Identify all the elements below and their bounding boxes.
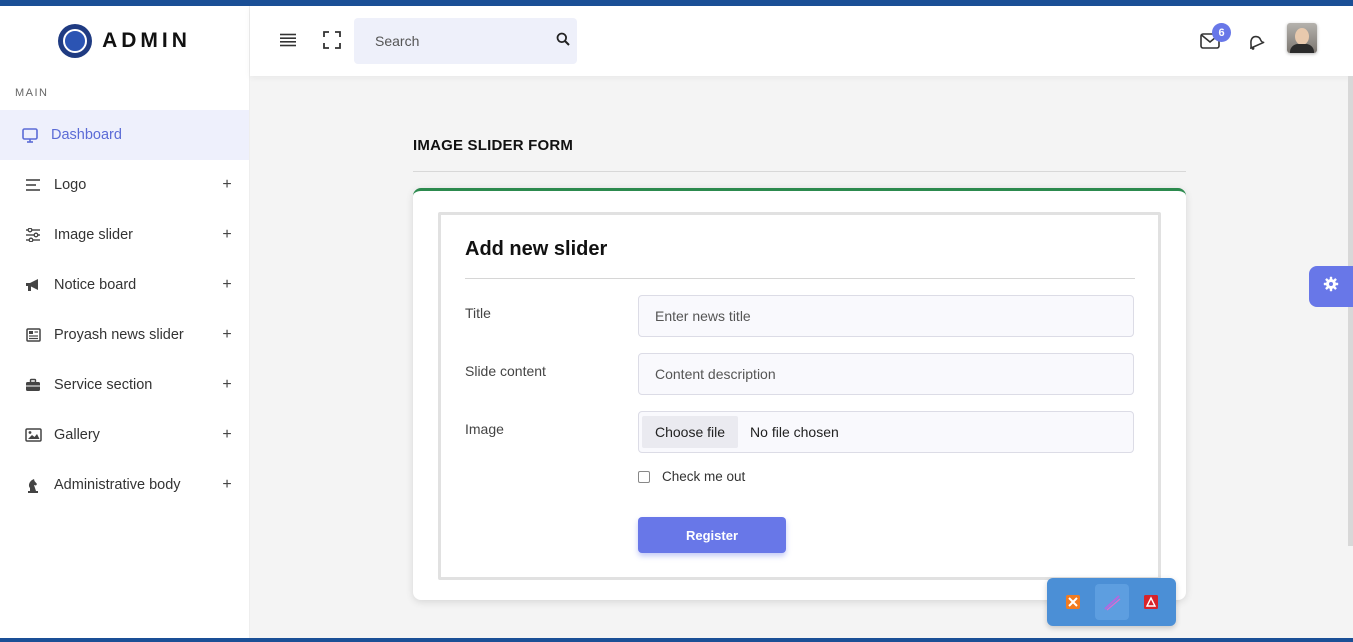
hamburger-menu-icon[interactable] (278, 30, 298, 50)
taskbar-dock (1047, 578, 1176, 626)
sliders-icon (23, 225, 43, 245)
image-file-input[interactable]: Choose file No file chosen (638, 411, 1134, 453)
scrollbar[interactable] (1348, 76, 1353, 546)
sidebar-item-label: Dashboard (51, 127, 122, 143)
mail-count-badge: 6 (1212, 23, 1231, 42)
bottom-accent-bar (0, 638, 1353, 642)
sidebar-item-administrative-body[interactable]: Administrative body + (0, 460, 249, 510)
sidebar: ADMIN MAIN Dashboard Logo + Image slider… (0, 6, 250, 638)
title-input[interactable] (638, 295, 1134, 337)
monitor-icon (20, 125, 40, 145)
sidebar-item-logo[interactable]: Logo + (0, 160, 249, 210)
sidebar-item-dashboard[interactable]: Dashboard (0, 110, 249, 160)
form-card: Add new slider Title Slide content Image… (413, 188, 1186, 600)
user-avatar[interactable] (1287, 23, 1317, 53)
chess-knight-icon (23, 475, 43, 495)
settings-gear-button[interactable] (1309, 266, 1353, 307)
sidebar-item-label: Proyash news slider (54, 327, 184, 343)
sidebar-item-label: Service section (54, 377, 153, 393)
expand-icon[interactable]: + (221, 176, 233, 194)
expand-icon[interactable]: + (221, 376, 233, 394)
check-me-out-checkbox[interactable]: Check me out (638, 469, 745, 484)
search-bar (354, 18, 577, 64)
briefcase-icon (23, 375, 43, 395)
megaphone-icon (23, 275, 43, 295)
register-button[interactable]: Register (638, 517, 786, 553)
checkbox-label: Check me out (662, 469, 746, 484)
expand-icon[interactable]: + (221, 226, 233, 244)
fullscreen-icon[interactable] (322, 30, 342, 50)
brand-name: ADMIN (102, 29, 191, 52)
brand[interactable]: ADMIN (0, 6, 249, 76)
image-label: Image (465, 421, 504, 437)
expand-icon[interactable]: + (221, 426, 233, 444)
sidebar-item-label: Logo (54, 177, 87, 193)
sidebar-item-service-section[interactable]: Service section + (0, 360, 249, 410)
expand-icon[interactable]: + (221, 276, 233, 294)
sidebar-menu: Dashboard Logo + Image slider + Notice b… (0, 110, 249, 510)
checkbox-box[interactable] (638, 470, 650, 483)
form-heading: Add new slider (465, 238, 608, 260)
sidebar-section-label: MAIN (15, 87, 49, 99)
sidebar-item-label: Notice board (54, 277, 137, 293)
newspaper-icon (23, 325, 43, 345)
image-icon (23, 425, 43, 445)
search-icon[interactable] (556, 32, 570, 51)
brand-logo-icon (58, 24, 93, 58)
sidebar-item-image-slider[interactable]: Image slider + (0, 210, 249, 260)
form-container: Add new slider Title Slide content Image… (438, 212, 1161, 580)
sidebar-item-label: Image slider (54, 227, 133, 243)
file-status-text: No file chosen (750, 424, 839, 440)
notification-bell-icon[interactable] (1246, 32, 1266, 52)
title-label: Title (465, 305, 491, 321)
divider (413, 171, 1186, 172)
sidebar-item-gallery[interactable]: Gallery + (0, 410, 249, 460)
slide-content-label: Slide content (465, 363, 546, 379)
gear-icon (1323, 276, 1339, 297)
editor-app-icon[interactable] (1094, 584, 1129, 620)
sidebar-item-proyash-news-slider[interactable]: Proyash news slider + (0, 310, 249, 360)
expand-icon[interactable]: + (221, 326, 233, 344)
choose-file-button[interactable]: Choose file (642, 416, 739, 448)
xampp-app-icon[interactable] (1056, 584, 1090, 620)
search-input[interactable] (375, 33, 556, 49)
divider (465, 278, 1135, 279)
pdf-app-icon[interactable] (1134, 584, 1168, 620)
slide-content-input[interactable] (638, 353, 1134, 395)
top-accent-bar (0, 0, 1353, 6)
expand-icon[interactable]: + (221, 476, 233, 494)
sidebar-item-label: Gallery (54, 427, 100, 443)
menu-lines-icon (23, 175, 43, 195)
sidebar-item-notice-board[interactable]: Notice board + (0, 260, 249, 310)
top-header: 6 (250, 6, 1353, 76)
sidebar-item-label: Administrative body (54, 477, 181, 493)
page-title: IMAGE SLIDER FORM (413, 137, 574, 154)
